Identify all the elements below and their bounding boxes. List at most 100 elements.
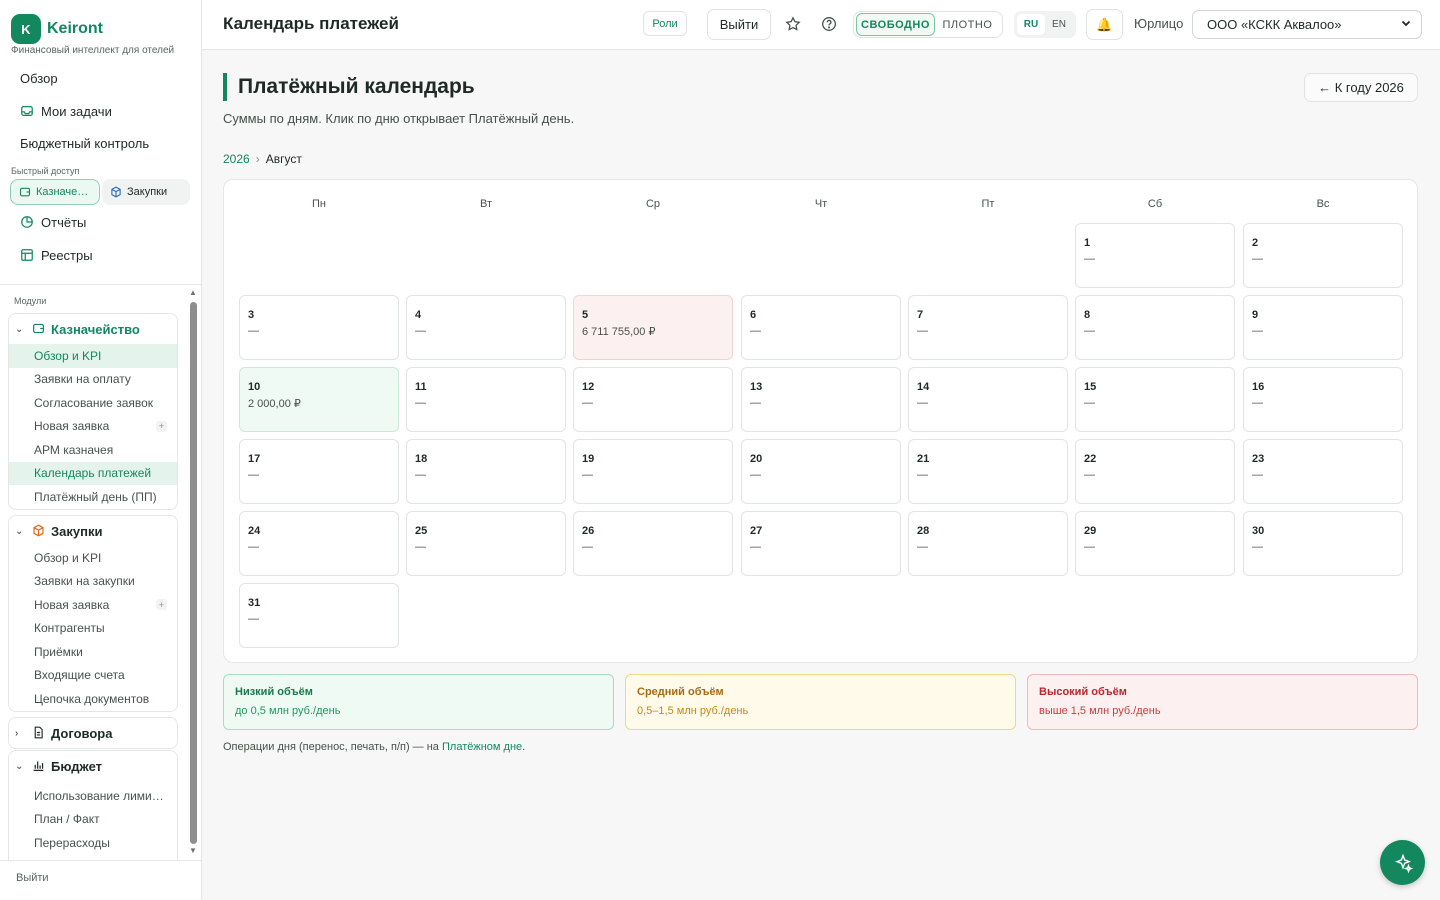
legend-high: Высокий объём выше 1,5 млн руб./день <box>1027 674 1418 730</box>
calendar-day[interactable]: 20 — <box>741 439 901 504</box>
entity-select[interactable]: ООО «КСКК Аквалоо» <box>1192 10 1422 39</box>
module-item-label: Новая заявка <box>34 597 110 612</box>
scroll-up-arrow[interactable]: ▲ <box>188 288 198 297</box>
modules-list[interactable]: ⌄ Казначейство Обзор и KPI Заявки на опл… <box>0 308 201 860</box>
legend-medium-desc: 0,5–1,5 млн руб./день <box>637 705 749 717</box>
calendar-day[interactable]: 19 — <box>573 439 733 504</box>
sidebar-item-my-tasks[interactable]: Мои задачи <box>12 98 112 124</box>
calendar-day[interactable]: 18 — <box>406 439 566 504</box>
module-budget-header[interactable]: ⌄ Бюджет <box>9 751 177 781</box>
calendar-day-amount: — <box>1252 469 1263 481</box>
exit-button[interactable]: Выйти <box>707 9 771 40</box>
calendar-day[interactable]: 16 — <box>1243 367 1403 432</box>
plus-icon[interactable]: + <box>156 599 167 611</box>
module-item-label: АРМ казначея <box>34 442 114 457</box>
module-item-purchase-requests[interactable]: Заявки на закупки <box>9 570 177 594</box>
module-item-treasury-overview[interactable]: Обзор и KPI <box>9 344 177 368</box>
module-item-new-request[interactable]: Новая заявка + <box>9 415 177 439</box>
module-item-document-chain[interactable]: Цепочка документов <box>9 687 177 711</box>
module-item-new-purchase[interactable]: Новая заявка + <box>9 593 177 617</box>
module-item-label: План / Факт <box>34 812 100 827</box>
calendar-day[interactable]: 5 6 711 755,00 ₽ <box>573 295 733 360</box>
calendar-day[interactable]: 11 — <box>406 367 566 432</box>
sidebar-item-budget-control[interactable]: Бюджетный контроль <box>12 130 149 156</box>
calendar-day[interactable]: 3— <box>239 295 399 360</box>
module-item-approvals[interactable]: Согласование заявок <box>9 391 177 415</box>
module-treasury-header[interactable]: ⌄ Казначейство <box>9 314 177 344</box>
calendar-day[interactable]: 21 — <box>908 439 1068 504</box>
module-item-limit-usage[interactable]: Использование лими… <box>9 784 177 808</box>
module-item-payment-day[interactable]: Платёжный день (ПП) <box>9 485 177 509</box>
roles-button[interactable]: Роли <box>643 11 687 36</box>
module-item-purchases-overview[interactable]: Обзор и KPI <box>9 546 177 570</box>
calendar-day[interactable]: 10 2 000,00 ₽ <box>239 367 399 432</box>
scroll-down-arrow[interactable]: ▼ <box>188 846 198 855</box>
calendar-day[interactable]: 24 — <box>239 511 399 576</box>
calendar-day[interactable]: 8— <box>1075 295 1235 360</box>
ai-assistant-button[interactable] <box>1380 840 1425 885</box>
sidebar-logout-button[interactable]: Выйти <box>16 872 49 884</box>
weekday-header: Чт <box>814 198 828 210</box>
cube-icon <box>111 186 121 198</box>
calendar-day[interactable]: 30 — <box>1243 511 1403 576</box>
calendar-day[interactable]: 23 — <box>1243 439 1403 504</box>
brand[interactable]: K Keiront <box>11 14 103 44</box>
calendar-day[interactable]: 9— <box>1243 295 1403 360</box>
density-option-dense[interactable]: ПЛОТНО <box>935 13 1000 36</box>
calendar-day-amount: — <box>750 469 761 481</box>
language-option-ru[interactable]: RU <box>1017 14 1045 35</box>
sidebar-item-overview[interactable]: Обзор <box>12 65 58 91</box>
module-item-incoming-invoices[interactable]: Входящие счета <box>9 664 177 688</box>
sidebar-item-label: Бюджетный контроль <box>20 135 150 151</box>
calendar-day[interactable]: 31 — <box>239 583 399 648</box>
calendar-day[interactable]: 13 — <box>741 367 901 432</box>
calendar-day[interactable]: 2— <box>1243 223 1403 288</box>
box-icon <box>32 524 46 538</box>
plus-icon[interactable]: + <box>156 420 167 432</box>
calendar-day[interactable]: 17 — <box>239 439 399 504</box>
calendar-day[interactable]: 7— <box>908 295 1068 360</box>
module-contracts-header[interactable]: › Договора <box>9 718 177 748</box>
module-item-overspending[interactable]: Перерасходы <box>9 831 177 855</box>
calendar-day-amount: — <box>917 541 928 553</box>
quick-chip-treasury[interactable]: Казначе… <box>10 179 100 205</box>
breadcrumb-year-link[interactable]: 2026 <box>223 152 250 166</box>
calendar-day[interactable]: 27 — <box>741 511 901 576</box>
payment-day-link[interactable]: Платёжном дне <box>442 741 522 753</box>
sidebar-scrollbar[interactable] <box>190 302 197 844</box>
module-item-payment-requests[interactable]: Заявки на оплату <box>9 368 177 392</box>
calendar-day[interactable]: 6— <box>741 295 901 360</box>
density-option-free[interactable]: СВОБОДНО <box>856 13 935 36</box>
language-option-en[interactable]: EN <box>1045 14 1073 35</box>
quick-chip-purchases[interactable]: Закупки <box>102 179 190 205</box>
module-item-counterparties[interactable]: Контрагенты <box>9 617 177 641</box>
module-item-label: Платёжный день (ПП) <box>34 489 157 504</box>
module-item-treasurer-workstation[interactable]: АРМ казначея <box>9 438 177 462</box>
module-item-payment-calendar[interactable]: Календарь платежей <box>9 461 177 485</box>
help-icon[interactable] <box>820 15 838 33</box>
module-item-plan-fact[interactable]: План / Факт <box>9 808 177 832</box>
calendar-day-number: 2 <box>1252 237 1259 249</box>
calendar-day-amount: — <box>917 469 928 481</box>
module-item-label: Заявки на закупки <box>34 574 135 589</box>
calendar-day[interactable]: 26 — <box>573 511 733 576</box>
calendar-day-amount: — <box>1084 541 1095 553</box>
calendar-day[interactable]: 14 — <box>908 367 1068 432</box>
notifications-button[interactable]: 🔔 <box>1086 9 1123 40</box>
calendar-day[interactable]: 4— <box>406 295 566 360</box>
sidebar-item-registries[interactable]: Реестры <box>12 242 93 268</box>
calendar-day[interactable]: 15 — <box>1075 367 1235 432</box>
calendar-day[interactable]: 25 — <box>406 511 566 576</box>
calendar-day[interactable]: 22 — <box>1075 439 1235 504</box>
calendar-day[interactable]: 28 — <box>908 511 1068 576</box>
calendar-day[interactable]: 29 — <box>1075 511 1235 576</box>
calendar-day[interactable]: 1— <box>1075 223 1235 288</box>
calendar-day[interactable]: 12 — <box>573 367 733 432</box>
star-icon[interactable] <box>784 15 802 33</box>
back-to-year-button[interactable]: ← К году 2026 <box>1304 73 1418 102</box>
module-item-receipts[interactable]: Приёмки <box>9 640 177 664</box>
module-purchases-header[interactable]: ⌄ Закупки <box>9 516 177 546</box>
language-switch: RU EN <box>1014 11 1076 38</box>
sidebar-item-reports[interactable]: Отчёты <box>12 209 86 235</box>
weekday-header: Пн <box>312 198 326 210</box>
